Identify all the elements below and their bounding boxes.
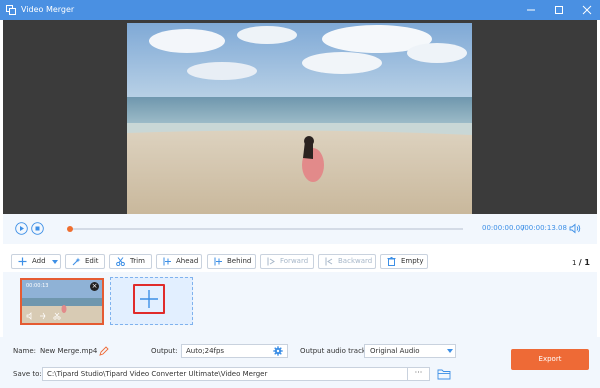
page-indicator: 1 / 1: [572, 258, 590, 268]
chevron-down-icon: [52, 260, 58, 264]
close-icon[interactable]: [580, 3, 594, 17]
folder-icon[interactable]: [437, 368, 451, 380]
backward-label: Backward: [338, 257, 373, 265]
ahead-button[interactable]: Ahead: [156, 254, 202, 269]
gear-icon[interactable]: [273, 346, 283, 356]
add-button[interactable]: Add: [11, 254, 61, 269]
edit-label: Edit: [85, 257, 99, 265]
add-label: Add: [32, 257, 46, 265]
edit-button[interactable]: Edit: [65, 254, 105, 269]
maximize-icon[interactable]: [552, 3, 566, 17]
seek-handle[interactable]: [67, 226, 73, 232]
forward-button[interactable]: Forward: [260, 254, 314, 269]
scissors-icon: [116, 257, 125, 267]
save-to-label: Save to:: [13, 370, 42, 378]
pencil-icon[interactable]: [99, 346, 109, 356]
clip-thumbnail[interactable]: 00:00:13 ×: [20, 278, 104, 325]
play-icon[interactable]: [15, 222, 28, 235]
ahead-label: Ahead: [176, 257, 199, 265]
volume-icon[interactable]: [568, 222, 582, 235]
trim-label: Trim: [130, 257, 145, 265]
chevron-down-icon: [447, 349, 453, 353]
merge-icon: [6, 5, 16, 15]
empty-button[interactable]: Empty: [380, 254, 428, 269]
page-total: / 1: [578, 258, 590, 267]
export-button[interactable]: Export: [511, 349, 589, 370]
clip-action-icons: [26, 312, 66, 320]
empty-label: Empty: [401, 257, 424, 265]
forward-icon: [267, 257, 276, 266]
stop-icon[interactable]: [31, 222, 44, 235]
window-title: Video Merger: [21, 5, 75, 14]
seek-bar[interactable]: [69, 228, 463, 230]
remove-clip-icon[interactable]: ×: [90, 282, 99, 291]
page-current: 1: [572, 259, 577, 267]
clip-duration: 00:00:13: [26, 283, 49, 289]
audio-track-value: Original Audio: [370, 347, 420, 355]
audio-track-label: Output audio track:: [300, 347, 369, 355]
behind-button[interactable]: Behind: [207, 254, 256, 269]
output-format-field[interactable]: Auto;24fps: [181, 344, 288, 358]
trash-icon: [387, 257, 396, 266]
backward-button[interactable]: Backward: [318, 254, 376, 269]
plus-icon: [18, 257, 27, 266]
trim-button[interactable]: Trim: [109, 254, 152, 269]
save-path-field[interactable]: C:\Tipard Studio\Tipard Video Converter …: [42, 367, 408, 381]
name-value[interactable]: New Merge.mp4: [40, 347, 97, 356]
current-time: 00:00:00.00: [482, 224, 525, 232]
forward-label: Forward: [280, 257, 309, 265]
magic-wand-icon: [72, 257, 81, 266]
backward-icon: [325, 257, 334, 266]
behind-label: Behind: [227, 257, 252, 265]
output-format-value: Auto;24fps: [186, 347, 225, 355]
output-label: Output:: [151, 347, 178, 355]
name-label: Name:: [13, 347, 37, 355]
title-bar: Video Merger: [0, 0, 600, 20]
minimize-icon[interactable]: [524, 3, 538, 17]
browse-button[interactable]: ···: [407, 367, 430, 381]
insert-behind-icon: [214, 257, 223, 266]
video-frame: [127, 23, 472, 214]
insert-ahead-icon: [163, 257, 172, 266]
total-time: /00:00:13.08: [522, 224, 567, 232]
add-clip-button[interactable]: [133, 284, 165, 314]
audio-track-select[interactable]: Original Audio: [364, 344, 456, 358]
save-path-value: C:\Tipard Studio\Tipard Video Converter …: [47, 370, 268, 378]
